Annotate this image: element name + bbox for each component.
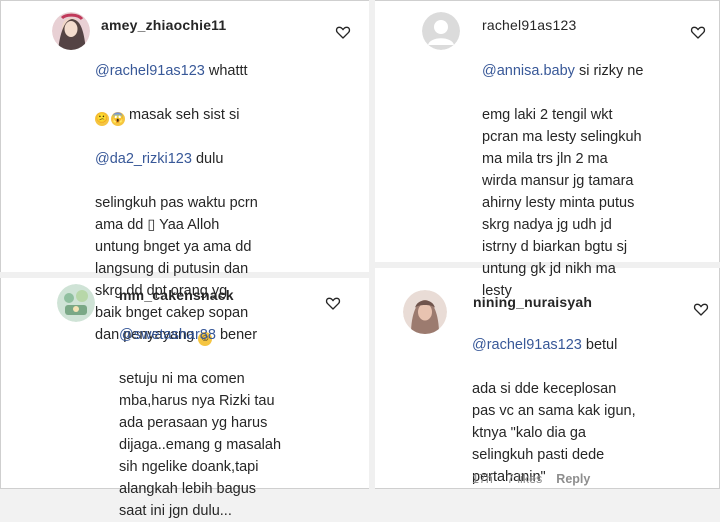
likes-count[interactable]: 7 likes xyxy=(507,472,542,486)
comment-mention[interactable]: @da2_rizki123 xyxy=(95,151,192,167)
avatar[interactable] xyxy=(422,12,460,50)
comment-username[interactable]: mm_cakensnack xyxy=(119,287,234,303)
comment-card: nining_nuraisyah @rachel91as123 betul ad… xyxy=(375,268,720,489)
avatar[interactable] xyxy=(403,290,447,334)
comment-username[interactable]: nining_nuraisyah xyxy=(473,294,592,310)
comment-card: rachel91as123 @annisa.baby si rizky ne e… xyxy=(375,0,720,299)
comment-time: 17h xyxy=(472,472,493,486)
avatar[interactable] xyxy=(52,12,90,50)
comment-card: mm_cakensnack @swetashar88 bener setuju … xyxy=(0,278,369,519)
comment-username[interactable]: amey_zhiaochie11 xyxy=(101,17,226,33)
emoji: 😕 xyxy=(95,112,109,126)
emoji: 😱 xyxy=(111,112,125,126)
comment-text: @rachel91as123 betul ada si dde keceplos… xyxy=(472,337,636,485)
comment-text: @annisa.baby si rizky ne emg laki 2 teng… xyxy=(482,63,644,299)
comment-meta: 17h 7 likes Reply xyxy=(472,472,604,486)
comment-mention[interactable]: @annisa.baby xyxy=(482,63,575,79)
comment-mention[interactable]: @swetashar88 xyxy=(119,327,216,343)
comment-card: amey_zhiaochie11 @rachel91as123 whattt 😕… xyxy=(0,0,369,346)
comment-username[interactable]: rachel91as123 xyxy=(482,17,576,33)
comment-mention[interactable]: @rachel91as123 xyxy=(472,337,582,353)
comment-text: @swetashar88 bener setuju ni ma comen mb… xyxy=(119,327,282,519)
comment-mention[interactable]: @rachel91as123 xyxy=(95,63,205,79)
reply-button[interactable]: Reply xyxy=(556,472,590,486)
avatar[interactable] xyxy=(57,284,95,322)
